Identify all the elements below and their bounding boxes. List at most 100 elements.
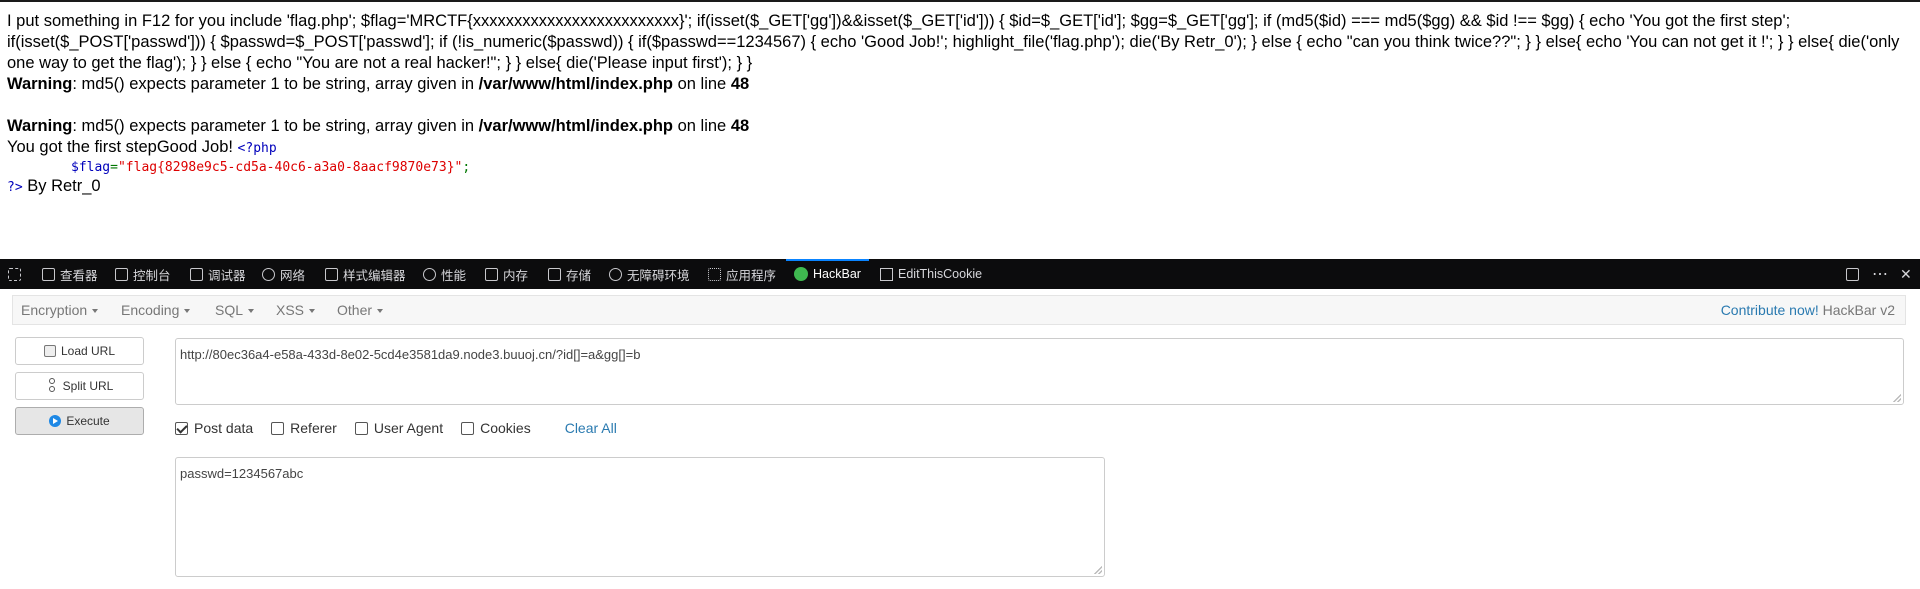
tab-accessibility[interactable]: 无障碍环境 [609, 259, 690, 289]
warning-label: Warning [7, 117, 73, 135]
tab-storage[interactable]: 存储 [548, 259, 591, 289]
resize-handle[interactable] [1094, 566, 1102, 574]
debugger-icon [190, 267, 203, 281]
hackbar-icon [794, 267, 808, 281]
tab-application[interactable]: 应用程序 [708, 259, 776, 289]
tab-memory[interactable]: 内存 [485, 259, 528, 289]
application-icon [708, 267, 721, 281]
user-agent-checkbox[interactable]: User Agent [354, 420, 444, 436]
menu-label: SQL [215, 302, 244, 318]
resize-handle[interactable] [1893, 394, 1901, 402]
tab-label: 样式编辑器 [343, 268, 406, 283]
dock-side-button[interactable] [1846, 259, 1859, 289]
warning-line-2: Warning: md5() expects parameter 1 to be… [7, 116, 1907, 137]
style-editor-icon [325, 267, 338, 281]
load-url-button[interactable]: Load URL [15, 337, 144, 365]
tab-style-editor[interactable]: 样式编辑器 [325, 259, 406, 289]
post-data-checkbox[interactable]: Post data [175, 420, 253, 436]
chevron-down-icon [92, 309, 99, 314]
menu-label: XSS [276, 302, 305, 318]
flag-semicolon: ; [462, 160, 471, 175]
cookies-checkbox[interactable]: Cookies [461, 420, 531, 436]
element-picker-icon [8, 267, 21, 281]
element-picker-button[interactable] [8, 259, 21, 289]
tab-label: 网络 [280, 268, 306, 283]
menu-label: Encryption [21, 302, 88, 318]
active-tab-indicator [786, 259, 869, 261]
warning-line-1: Warning: md5() expects parameter 1 to be… [7, 74, 1907, 95]
menu-encoding[interactable]: Encoding [121, 296, 191, 324]
play-icon [49, 415, 62, 427]
checkbox[interactable] [271, 421, 285, 435]
tab-label: 查看器 [60, 268, 98, 283]
tab-label: 应用程序 [726, 268, 777, 283]
menu-label: Other [337, 302, 373, 318]
source-text: I put something in F12 for you include '… [7, 12, 1900, 72]
referer-checkbox[interactable]: Referer [271, 420, 337, 436]
checkbox[interactable] [461, 421, 475, 435]
contribute-text: Contribute now! [1720, 302, 1819, 318]
button-label: Load URL [60, 344, 116, 358]
version-text: HackBar v2 [1822, 302, 1895, 318]
scissors-icon [46, 378, 58, 392]
option-label: Cookies [480, 420, 531, 436]
button-label: Execute [66, 414, 110, 428]
chevron-down-icon [184, 309, 191, 314]
contribute-link[interactable]: Contribute now! HackBar v2 [1721, 296, 1895, 324]
tab-editthiscookie[interactable]: EditThisCookie [880, 259, 982, 289]
tab-network[interactable]: 网络 [262, 259, 305, 289]
inspector-icon [42, 267, 55, 281]
tab-inspector[interactable]: 查看器 [42, 259, 98, 289]
post-data-input[interactable]: passwd=1234567abc [175, 457, 1105, 577]
tab-performance[interactable]: 性能 [423, 259, 466, 289]
tab-label: 控制台 [133, 268, 171, 283]
console-icon [115, 267, 128, 281]
warning-path: /var/www/html/index.php [478, 117, 674, 135]
menu-label: Encoding [121, 302, 180, 318]
window-top-border [0, 0, 1920, 2]
split-url-button[interactable]: Split URL [15, 372, 144, 400]
button-label: Split URL [62, 379, 114, 393]
menu-sql[interactable]: SQL [215, 296, 255, 324]
flag-assign: = [110, 160, 118, 175]
option-label: Referer [290, 420, 337, 436]
warning-path: /var/www/html/index.php [478, 75, 674, 93]
menu-other[interactable]: Other [337, 296, 384, 324]
page-output: I put something in F12 for you include '… [7, 11, 1907, 198]
execute-button[interactable]: Execute [15, 407, 144, 435]
php-open-tag: <?php [237, 141, 277, 156]
checkbox[interactable] [354, 421, 368, 435]
warning-line-number: 48 [730, 117, 750, 135]
tab-label: 内存 [503, 268, 529, 283]
dock-icon [1846, 267, 1859, 281]
tab-label: 性能 [441, 268, 467, 283]
by-text: By Retr_0 [22, 177, 101, 195]
warning-online: on line [673, 117, 731, 135]
result-text: You got the first stepGood Job! [7, 138, 238, 156]
clear-all-link[interactable]: Clear All [565, 420, 617, 436]
tab-label: HackBar [813, 267, 861, 281]
checkbox-checked[interactable] [175, 421, 188, 435]
tab-label: 存储 [566, 268, 592, 283]
menu-encryption[interactable]: Encryption [21, 296, 99, 324]
tab-label: EditThisCookie [898, 267, 983, 281]
close-icon: ✕ [1900, 265, 1912, 282]
more-options-button[interactable]: ⋯ [1872, 259, 1888, 289]
by-line: ?> By Retr_0 [7, 176, 1907, 198]
warning-online: on line [673, 75, 731, 93]
tab-debugger[interactable]: 调试器 [190, 259, 246, 289]
tab-label: 无障碍环境 [627, 268, 690, 283]
close-devtools-button[interactable]: ✕ [1900, 259, 1912, 289]
menu-xss[interactable]: XSS [276, 296, 316, 324]
tab-hackbar[interactable]: HackBar [786, 259, 869, 289]
url-input[interactable]: http://80ec36a4-e58a-433d-8e02-5cd4e3581… [175, 338, 1904, 405]
network-icon [262, 267, 275, 281]
option-label: Post data [194, 420, 254, 436]
warning-message: : md5() expects parameter 1 to be string… [72, 117, 479, 135]
result-line: You got the first stepGood Job! <?php [7, 137, 1907, 159]
accessibility-icon [609, 267, 622, 281]
warning-message: : md5() expects parameter 1 to be string… [72, 75, 479, 93]
option-label: User Agent [373, 420, 444, 436]
tab-console[interactable]: 控制台 [115, 259, 171, 289]
performance-icon [423, 267, 436, 281]
